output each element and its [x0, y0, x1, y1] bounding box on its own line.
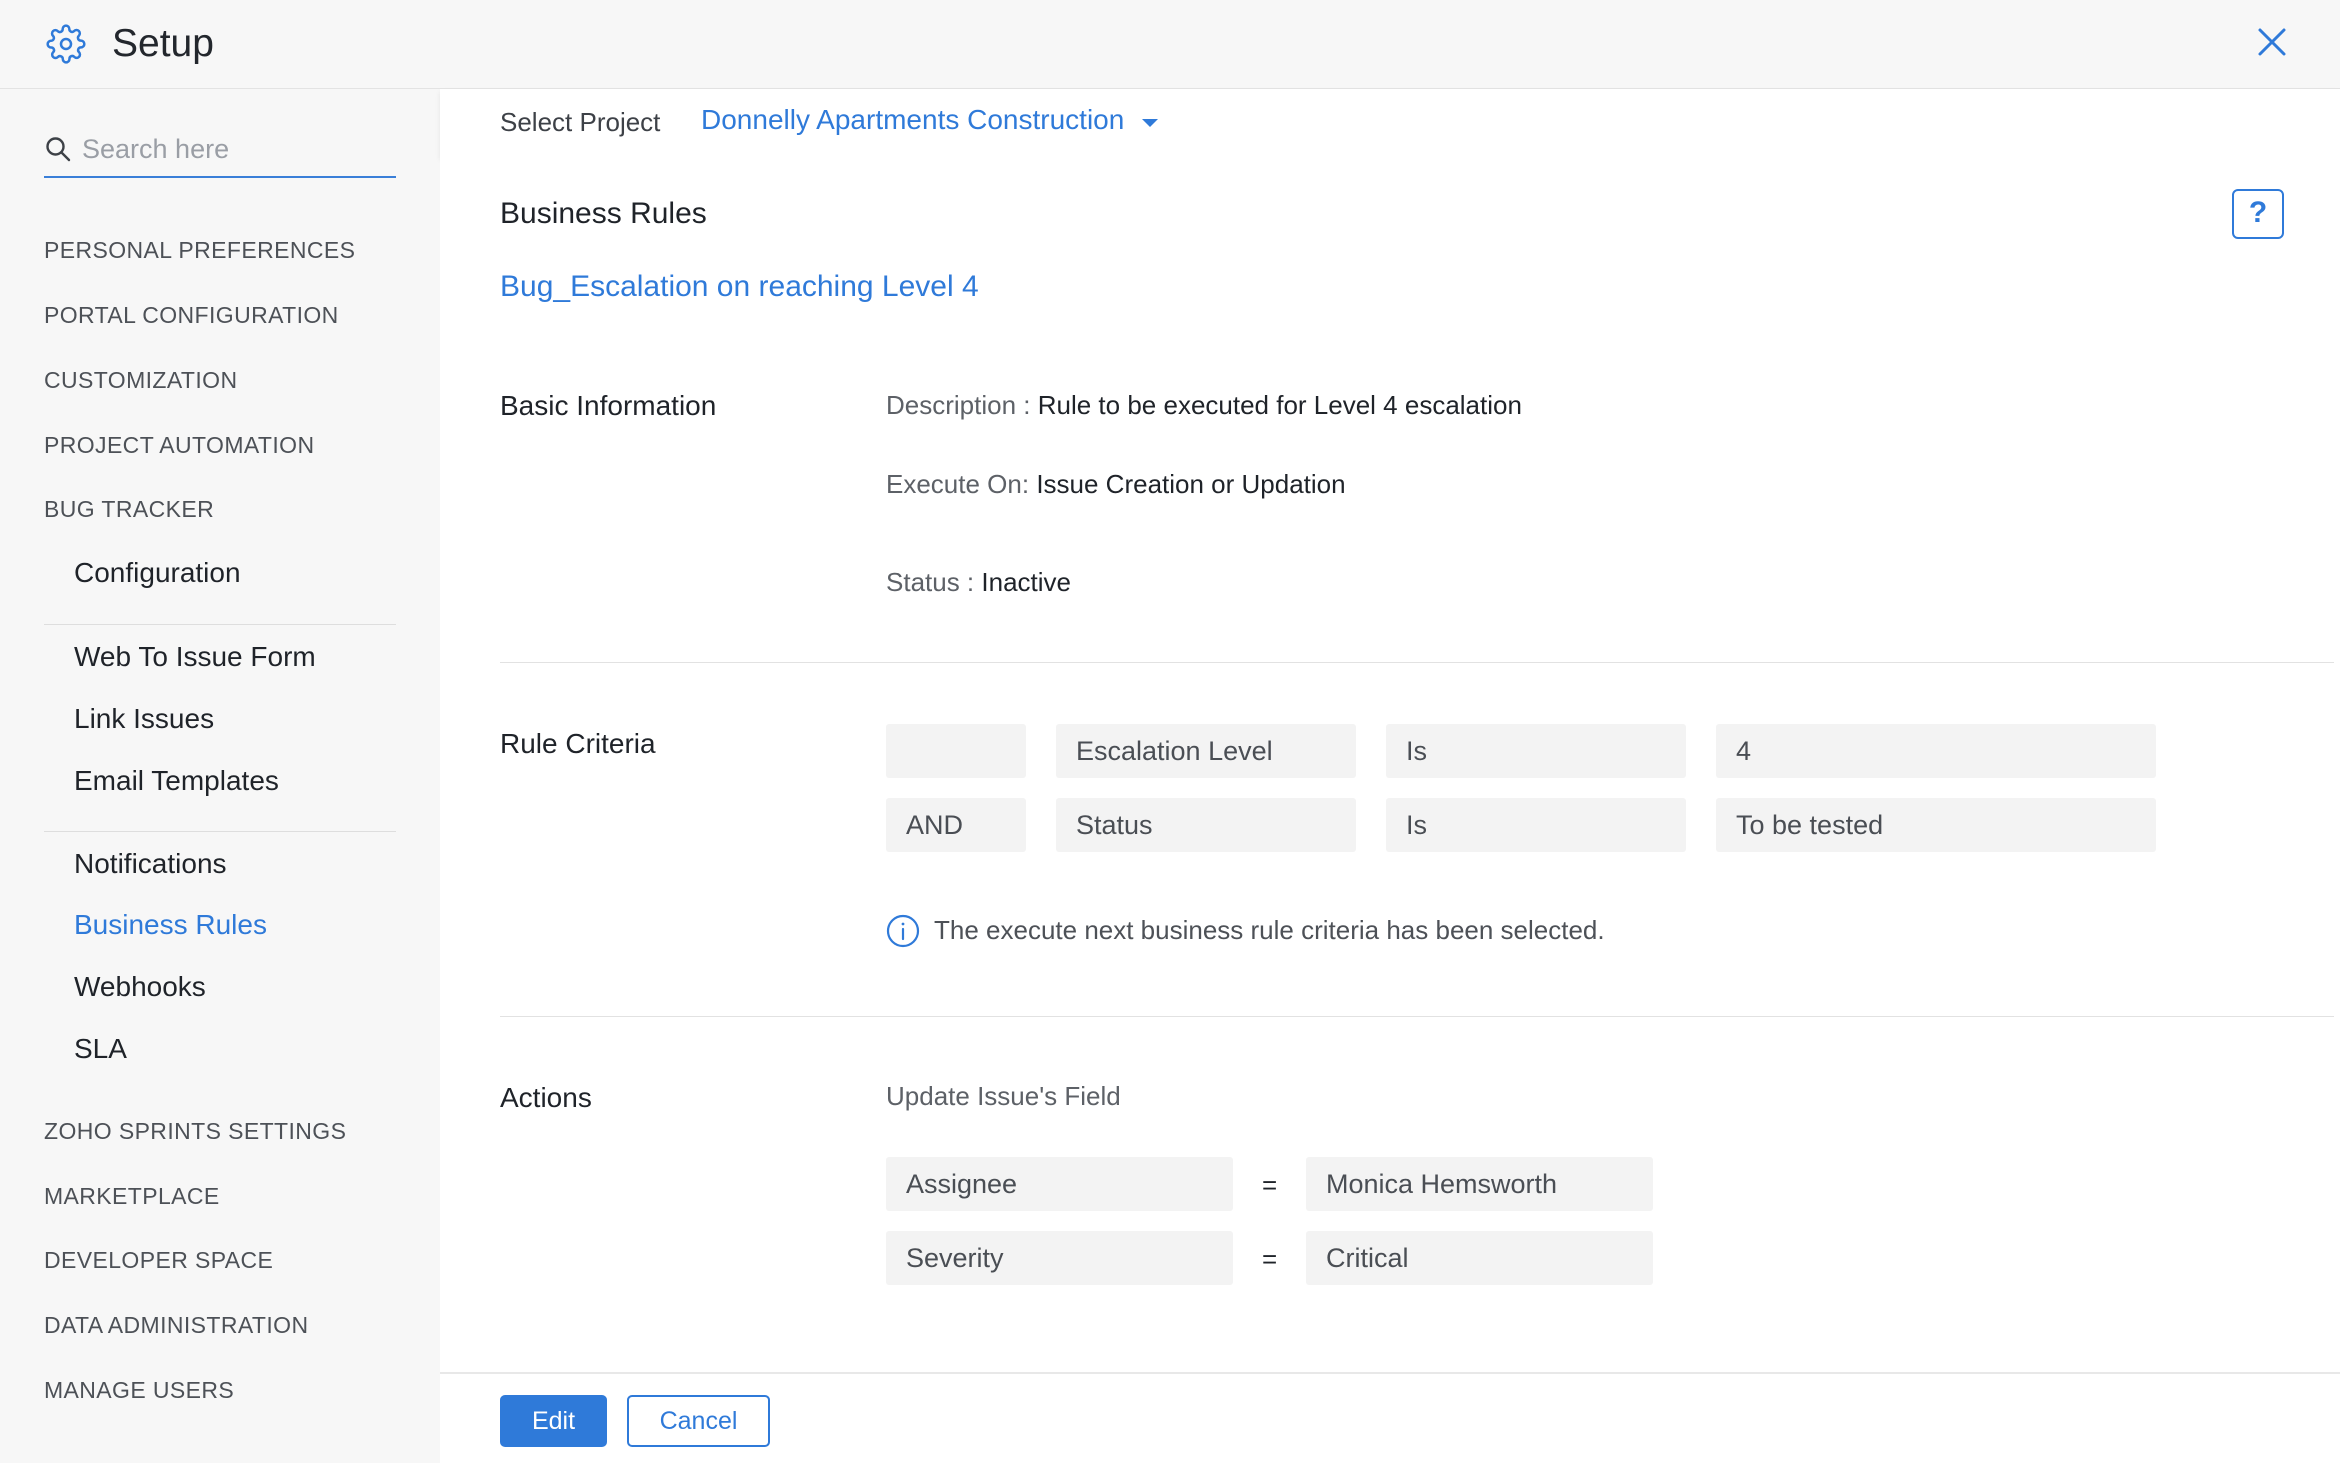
action-field: Severity: [886, 1231, 1233, 1285]
action-value: Critical: [1306, 1231, 1653, 1285]
status-row: Status : Inactive: [886, 567, 1071, 598]
cancel-button[interactable]: Cancel: [627, 1395, 770, 1447]
sidebar-divider: [44, 624, 396, 625]
rule-criteria-heading: Rule Criteria: [500, 728, 656, 759]
project-dropdown[interactable]: Donnelly Apartments Construction: [701, 104, 1124, 136]
search-icon: [46, 137, 71, 162]
search-box: [44, 123, 396, 178]
criteria-operator: Is: [1386, 724, 1686, 778]
criteria-value: 4: [1716, 724, 2156, 778]
sidebar-item-sla[interactable]: SLA: [74, 1033, 127, 1065]
actions-heading: Actions: [500, 1082, 592, 1113]
sidebar-item-webhooks[interactable]: Webhooks: [74, 971, 206, 1003]
criteria-field: Status: [1056, 798, 1356, 852]
rule-name-link[interactable]: Bug_Escalation on reaching Level 4: [500, 270, 979, 304]
footer-bar: Edit Cancel: [440, 1372, 2340, 1463]
description-row: Description : Rule to be executed for Le…: [886, 390, 1522, 421]
sidebar-item-email-templates[interactable]: Email Templates: [74, 765, 279, 797]
sidebar-item-link-issues[interactable]: Link Issues: [74, 703, 214, 735]
criteria-operator: Is: [1386, 798, 1686, 852]
criteria-info-text: The execute next business rule criteria …: [934, 915, 1605, 945]
execute-on-value: Issue Creation or Updation: [1036, 469, 1346, 499]
main-content: Business Rules ? Bug_Escalation on reach…: [440, 157, 2340, 1372]
project-selector-bar: Select Project Donnelly Apartments Const…: [440, 89, 2340, 157]
close-icon[interactable]: [2256, 26, 2288, 58]
sidebar-section-marketplace[interactable]: MARKETPLACE: [44, 1183, 220, 1210]
criteria-connector: AND: [886, 798, 1026, 852]
sidebar-section-manage-users[interactable]: MANAGE USERS: [44, 1377, 234, 1404]
sidebar-section-personal-preferences[interactable]: PERSONAL PREFERENCES: [44, 237, 355, 264]
sidebar-item-configuration[interactable]: Configuration: [74, 557, 241, 589]
status-label: Status :: [886, 567, 975, 597]
execute-on-row: Execute On: Issue Creation or Updation: [886, 469, 1346, 500]
sidebar-item-web-to-issue-form[interactable]: Web To Issue Form: [74, 641, 316, 673]
top-header: Setup: [0, 0, 2340, 89]
select-project-label: Select Project: [500, 107, 661, 137]
edit-button[interactable]: Edit: [500, 1395, 607, 1447]
sidebar: PERSONAL PREFERENCES PORTAL CONFIGURATIO…: [0, 89, 440, 1463]
sidebar-divider: [44, 831, 396, 832]
description-value: Rule to be executed for Level 4 escalati…: [1037, 390, 1522, 420]
section-divider: [500, 1016, 2334, 1017]
action-operator: =: [1262, 1170, 1278, 1200]
action-value: Monica Hemsworth: [1306, 1157, 1653, 1211]
sidebar-item-notifications[interactable]: Notifications: [74, 848, 227, 880]
sidebar-section-customization[interactable]: CUSTOMIZATION: [44, 367, 237, 394]
sidebar-section-bug-tracker[interactable]: BUG TRACKER: [44, 496, 214, 523]
criteria-value: To be tested: [1716, 798, 2156, 852]
info-icon: [886, 914, 920, 948]
gear-icon: [46, 24, 86, 64]
criteria-connector: [886, 724, 1026, 778]
sidebar-section-project-automation[interactable]: PROJECT AUTOMATION: [44, 432, 314, 459]
execute-on-label: Execute On:: [886, 469, 1030, 499]
section-divider: [500, 662, 2334, 663]
sidebar-section-zoho-sprints-settings[interactable]: ZOHO SPRINTS SETTINGS: [44, 1118, 346, 1145]
action-field: Assignee: [886, 1157, 1233, 1211]
description-label: Description :: [886, 390, 1031, 420]
basic-information-heading: Basic Information: [500, 390, 717, 421]
sidebar-section-data-administration[interactable]: DATA ADMINISTRATION: [44, 1312, 308, 1339]
help-button[interactable]: ?: [2232, 189, 2284, 239]
criteria-field: Escalation Level: [1056, 724, 1356, 778]
action-operator: =: [1262, 1244, 1278, 1274]
page-header-title: Setup: [112, 22, 214, 65]
sidebar-item-business-rules[interactable]: Business Rules: [74, 909, 267, 941]
status-value: Inactive: [981, 567, 1071, 597]
search-input[interactable]: [82, 129, 392, 169]
chevron-down-icon[interactable]: [1142, 119, 1158, 127]
actions-subtitle: Update Issue's Field: [886, 1081, 1121, 1111]
page-title: Business Rules: [500, 197, 707, 230]
sidebar-section-portal-configuration[interactable]: PORTAL CONFIGURATION: [44, 302, 339, 329]
sidebar-section-developer-space[interactable]: DEVELOPER SPACE: [44, 1247, 273, 1274]
